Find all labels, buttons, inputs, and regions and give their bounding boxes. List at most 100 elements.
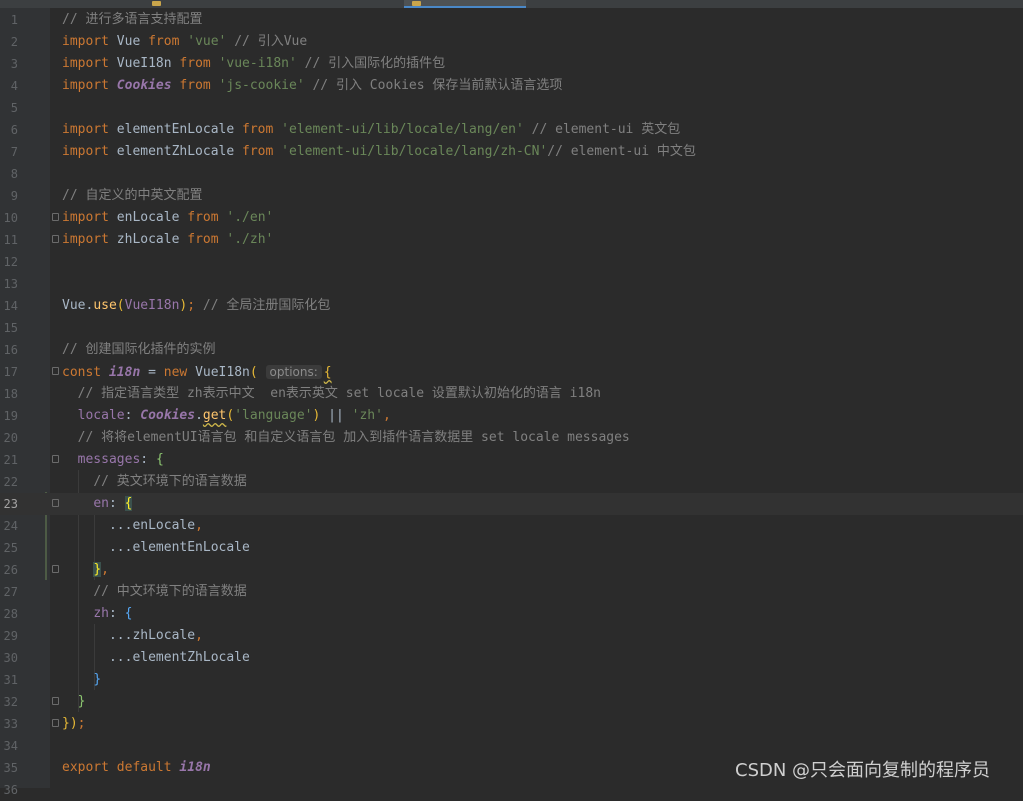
- line-number: 20: [3, 431, 18, 445]
- fold-marker-icon[interactable]: [52, 565, 59, 573]
- line-number: 32: [3, 695, 18, 709]
- code-line[interactable]: 17 const i18n = new VueI18n( options:{: [0, 361, 1023, 383]
- line-number: 28: [3, 607, 18, 621]
- code-line[interactable]: 25 ...elementEnLocale: [0, 537, 1023, 559]
- line-number: 24: [3, 519, 18, 533]
- code-text: });: [62, 716, 86, 731]
- code-text: }: [93, 672, 102, 687]
- code-line[interactable]: 21 messages: {: [0, 449, 1023, 471]
- code-editor[interactable]: 1 // 进行多语言支持配置 2 import Vue from 'vue' // 引…: [0, 8, 1023, 797]
- line-number: 10: [3, 211, 18, 225]
- line-number: 1: [10, 13, 18, 27]
- editor-tab-strip: [0, 0, 1023, 8]
- code-line[interactable]: 14 Vue.use(VueI18n); // 全局注册国际化包: [0, 295, 1023, 317]
- line-number: 2: [10, 35, 18, 49]
- line-number: 36: [3, 783, 18, 797]
- code-line[interactable]: 8: [0, 163, 1023, 185]
- code-text: import Cookies from 'js-cookie' // 引入 Co…: [62, 78, 563, 93]
- line-number: 16: [3, 343, 18, 357]
- file-icon: [152, 1, 161, 6]
- code-line[interactable]: 24 ...enLocale,: [0, 515, 1023, 537]
- code-text: zh: {: [93, 606, 133, 621]
- code-line[interactable]: 10 import enLocale from './en': [0, 207, 1023, 229]
- code-text: import Vue from 'vue' // 引入Vue: [62, 34, 308, 49]
- line-number: 18: [3, 387, 18, 401]
- code-line[interactable]: 26 },: [0, 559, 1023, 581]
- code-text: import zhLocale from './zh': [62, 232, 274, 247]
- watermark: CSDN @只会面向复制的程序员: [735, 760, 991, 781]
- fold-marker-icon[interactable]: [52, 697, 59, 705]
- code-line[interactable]: 4 import Cookies from 'js-cookie' // 引入 C…: [0, 75, 1023, 97]
- line-number: 33: [3, 717, 18, 731]
- fold-marker-icon[interactable]: [52, 455, 59, 463]
- line-number: 8: [10, 167, 18, 181]
- line-number: 29: [3, 629, 18, 643]
- code-text: messages: {: [77, 452, 164, 467]
- code-line[interactable]: 16 // 创建国际化插件的实例: [0, 339, 1023, 361]
- code-line[interactable]: 7 import elementZhLocale from 'element-ui…: [0, 141, 1023, 163]
- code-line[interactable]: 19 locale: Cookies.get('language') || 'z…: [0, 405, 1023, 427]
- line-number: 6: [10, 123, 18, 137]
- line-number: 13: [3, 277, 18, 291]
- fold-marker-icon[interactable]: [52, 499, 59, 507]
- code-line[interactable]: 20 // 将将elementUI语言包 和自定义语言包 加入到插件语言数据里 …: [0, 427, 1023, 449]
- code-line[interactable]: 15: [0, 317, 1023, 339]
- code-line[interactable]: 32 }: [0, 691, 1023, 713]
- line-number: 35: [3, 761, 18, 775]
- line-number: 11: [3, 233, 18, 247]
- line-number: 4: [10, 79, 18, 93]
- line-number: 17: [3, 365, 18, 379]
- line-number: 31: [3, 673, 18, 687]
- code-line[interactable]: 28 zh: {: [0, 603, 1023, 625]
- line-number: 23: [3, 497, 18, 511]
- line-number: 12: [3, 255, 18, 269]
- line-number: 19: [3, 409, 18, 423]
- fold-marker-icon[interactable]: [52, 235, 59, 243]
- fold-marker-icon[interactable]: [52, 367, 59, 375]
- code-line[interactable]: 30 ...elementZhLocale: [0, 647, 1023, 669]
- code-text: // 英文环境下的语言数据: [93, 474, 247, 489]
- code-text: // 自定义的中英文配置: [62, 188, 203, 203]
- code-line[interactable]: 18 // 指定语言类型 zh表示中文 en表示英文 set locale 设置…: [0, 383, 1023, 405]
- code-line[interactable]: 36: [0, 779, 1023, 801]
- fold-marker-icon[interactable]: [52, 719, 59, 727]
- code-line[interactable]: 13: [0, 273, 1023, 295]
- code-line[interactable]: 5: [0, 97, 1023, 119]
- code-line[interactable]: 33});: [0, 713, 1023, 735]
- code-line[interactable]: 34: [0, 735, 1023, 757]
- line-number: 14: [3, 299, 18, 313]
- line-number: 9: [10, 189, 18, 203]
- line-number: 7: [10, 145, 18, 159]
- code-text: // 中文环境下的语言数据: [93, 584, 247, 599]
- code-text: import VueI18n from 'vue-i18n' // 引入国际化的…: [62, 56, 446, 71]
- code-line[interactable]: 3 import VueI18n from 'vue-i18n' // 引入国际化…: [0, 53, 1023, 75]
- code-text: import elementZhLocale from 'element-ui/…: [62, 144, 696, 159]
- code-text: // 创建国际化插件的实例: [62, 342, 216, 357]
- code-text: en: {: [93, 496, 133, 511]
- fold-marker-icon[interactable]: [52, 213, 59, 221]
- code-line[interactable]: 11 import zhLocale from './zh': [0, 229, 1023, 251]
- line-number: 21: [3, 453, 18, 467]
- code-line[interactable]: 29 ...zhLocale,: [0, 625, 1023, 647]
- code-text: import enLocale from './en': [62, 210, 274, 225]
- code-line[interactable]: 22 // 英文环境下的语言数据: [0, 471, 1023, 493]
- code-line[interactable]: 9 // 自定义的中英文配置: [0, 185, 1023, 207]
- code-text: locale: Cookies.get('language') || 'zh',: [77, 408, 391, 423]
- parameter-hint: options:: [265, 365, 322, 379]
- code-text: }: [77, 694, 86, 709]
- code-line[interactable]: 31 }: [0, 669, 1023, 691]
- code-text: ...enLocale,: [62, 518, 203, 533]
- code-line[interactable]: 27 // 中文环境下的语言数据: [0, 581, 1023, 603]
- code-line[interactable]: 1 // 进行多语言支持配置: [0, 9, 1023, 31]
- code-text: const i18n = new VueI18n( options:{: [62, 365, 332, 380]
- line-number: 30: [3, 651, 18, 665]
- editor-tab[interactable]: [150, 0, 400, 8]
- code-line[interactable]: 12: [0, 251, 1023, 273]
- line-number: 25: [3, 541, 18, 555]
- code-line[interactable]: 6 import elementEnLocale from 'element-ui…: [0, 119, 1023, 141]
- code-line[interactable]: 23 en: {: [0, 493, 1023, 515]
- code-line[interactable]: 2 import Vue from 'vue' // 引入Vue: [0, 31, 1023, 53]
- code-text: // 指定语言类型 zh表示中文 en表示英文 set locale 设置默认初…: [77, 386, 601, 401]
- line-number: 34: [3, 739, 18, 753]
- line-number: 5: [10, 101, 18, 115]
